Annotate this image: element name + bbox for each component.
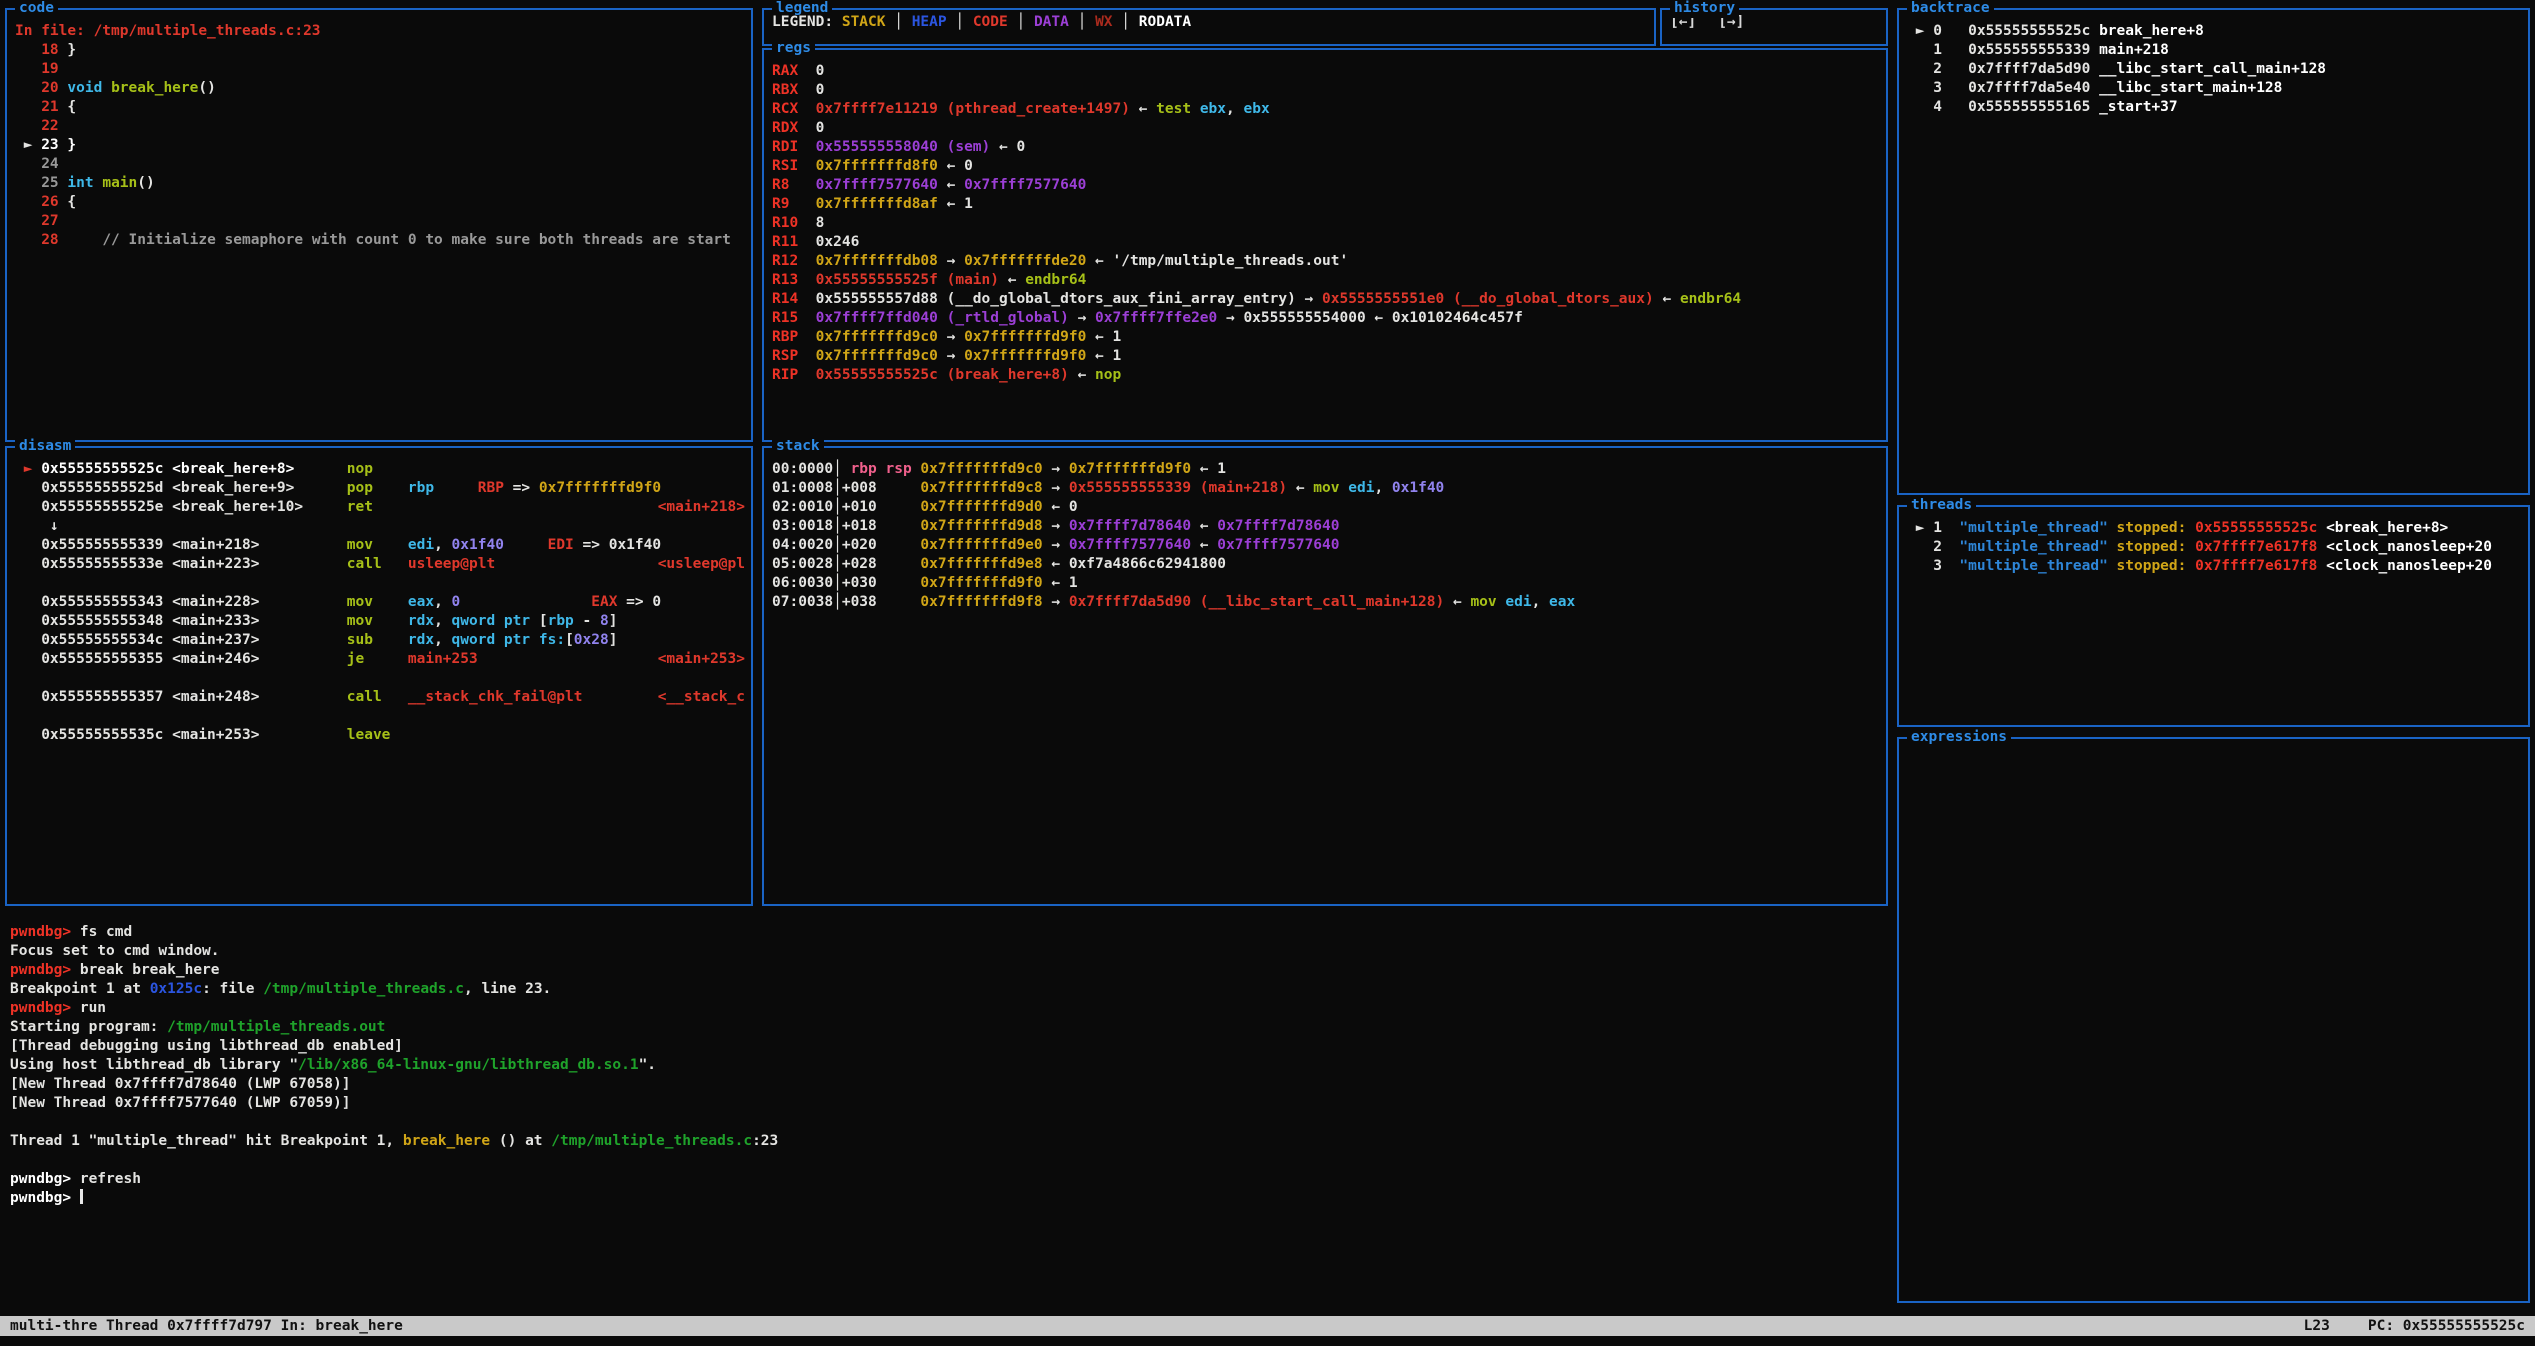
legend-line: LEGEND: STACK │ HEAP │ CODE │ DATA │ WX … — [764, 10, 1654, 44]
regs-panel-title: regs — [772, 39, 815, 58]
expressions-panel-title: expressions — [1907, 728, 2011, 747]
history-panel[interactable]: history [←] [→] — [1660, 8, 1888, 46]
threads-panel-title: threads — [1907, 496, 1976, 515]
stack-lines: 00:0000│ rbp rsp 0x7fffffffd9c0 → 0x7fff… — [764, 448, 1886, 904]
threads-lines: ► 1 "multiple_thread" stopped: 0x5555555… — [1899, 507, 2528, 725]
backtrace-panel[interactable]: backtrace ► 0 0x55555555525c break_here+… — [1897, 8, 2530, 495]
code-panel-title: code — [15, 0, 58, 18]
expressions-lines — [1899, 739, 2528, 1301]
stack-panel-title: stack — [772, 437, 824, 456]
disasm-panel[interactable]: disasm ► 0x55555555525c <break_here+8> n… — [5, 446, 753, 906]
expressions-panel[interactable]: expressions — [1897, 737, 2530, 1303]
history-panel-title: history — [1670, 0, 1739, 18]
status-line-number: L23 — [2304, 1316, 2330, 1336]
backtrace-panel-title: backtrace — [1907, 0, 1994, 18]
regs-lines: RAX 0RBX 0RCX 0x7ffff7e11219 (pthread_cr… — [764, 50, 1886, 440]
code-panel[interactable]: code In file: /tmp/multiple_threads.c:23… — [5, 8, 753, 442]
regs-panel[interactable]: regs RAX 0RBX 0RCX 0x7ffff7e11219 (pthre… — [762, 48, 1888, 442]
threads-panel[interactable]: threads ► 1 "multiple_thread" stopped: 0… — [1897, 505, 2530, 727]
backtrace-lines: ► 0 0x55555555525c break_here+8 1 0x5555… — [1899, 10, 2528, 493]
stack-panel[interactable]: stack 00:0000│ rbp rsp 0x7fffffffd9c0 → … — [762, 446, 1888, 906]
status-pc: PC: 0x55555555525c — [2368, 1316, 2525, 1336]
legend-panel: legend LEGEND: STACK │ HEAP │ CODE │ DAT… — [762, 8, 1656, 46]
code-lines: In file: /tmp/multiple_threads.c:23 18 }… — [7, 10, 751, 440]
terminal[interactable]: pwndbg> fs cmdFocus set to cmd window.pw… — [10, 923, 1870, 1208]
disasm-panel-title: disasm — [15, 437, 75, 456]
status-left: multi-thre Thread 0x7ffff7d797 In: break… — [10, 1316, 403, 1336]
disasm-lines: ► 0x55555555525c <break_here+8> nop 0x55… — [7, 448, 751, 904]
status-bar: multi-thre Thread 0x7ffff7d797 In: break… — [0, 1316, 2535, 1336]
